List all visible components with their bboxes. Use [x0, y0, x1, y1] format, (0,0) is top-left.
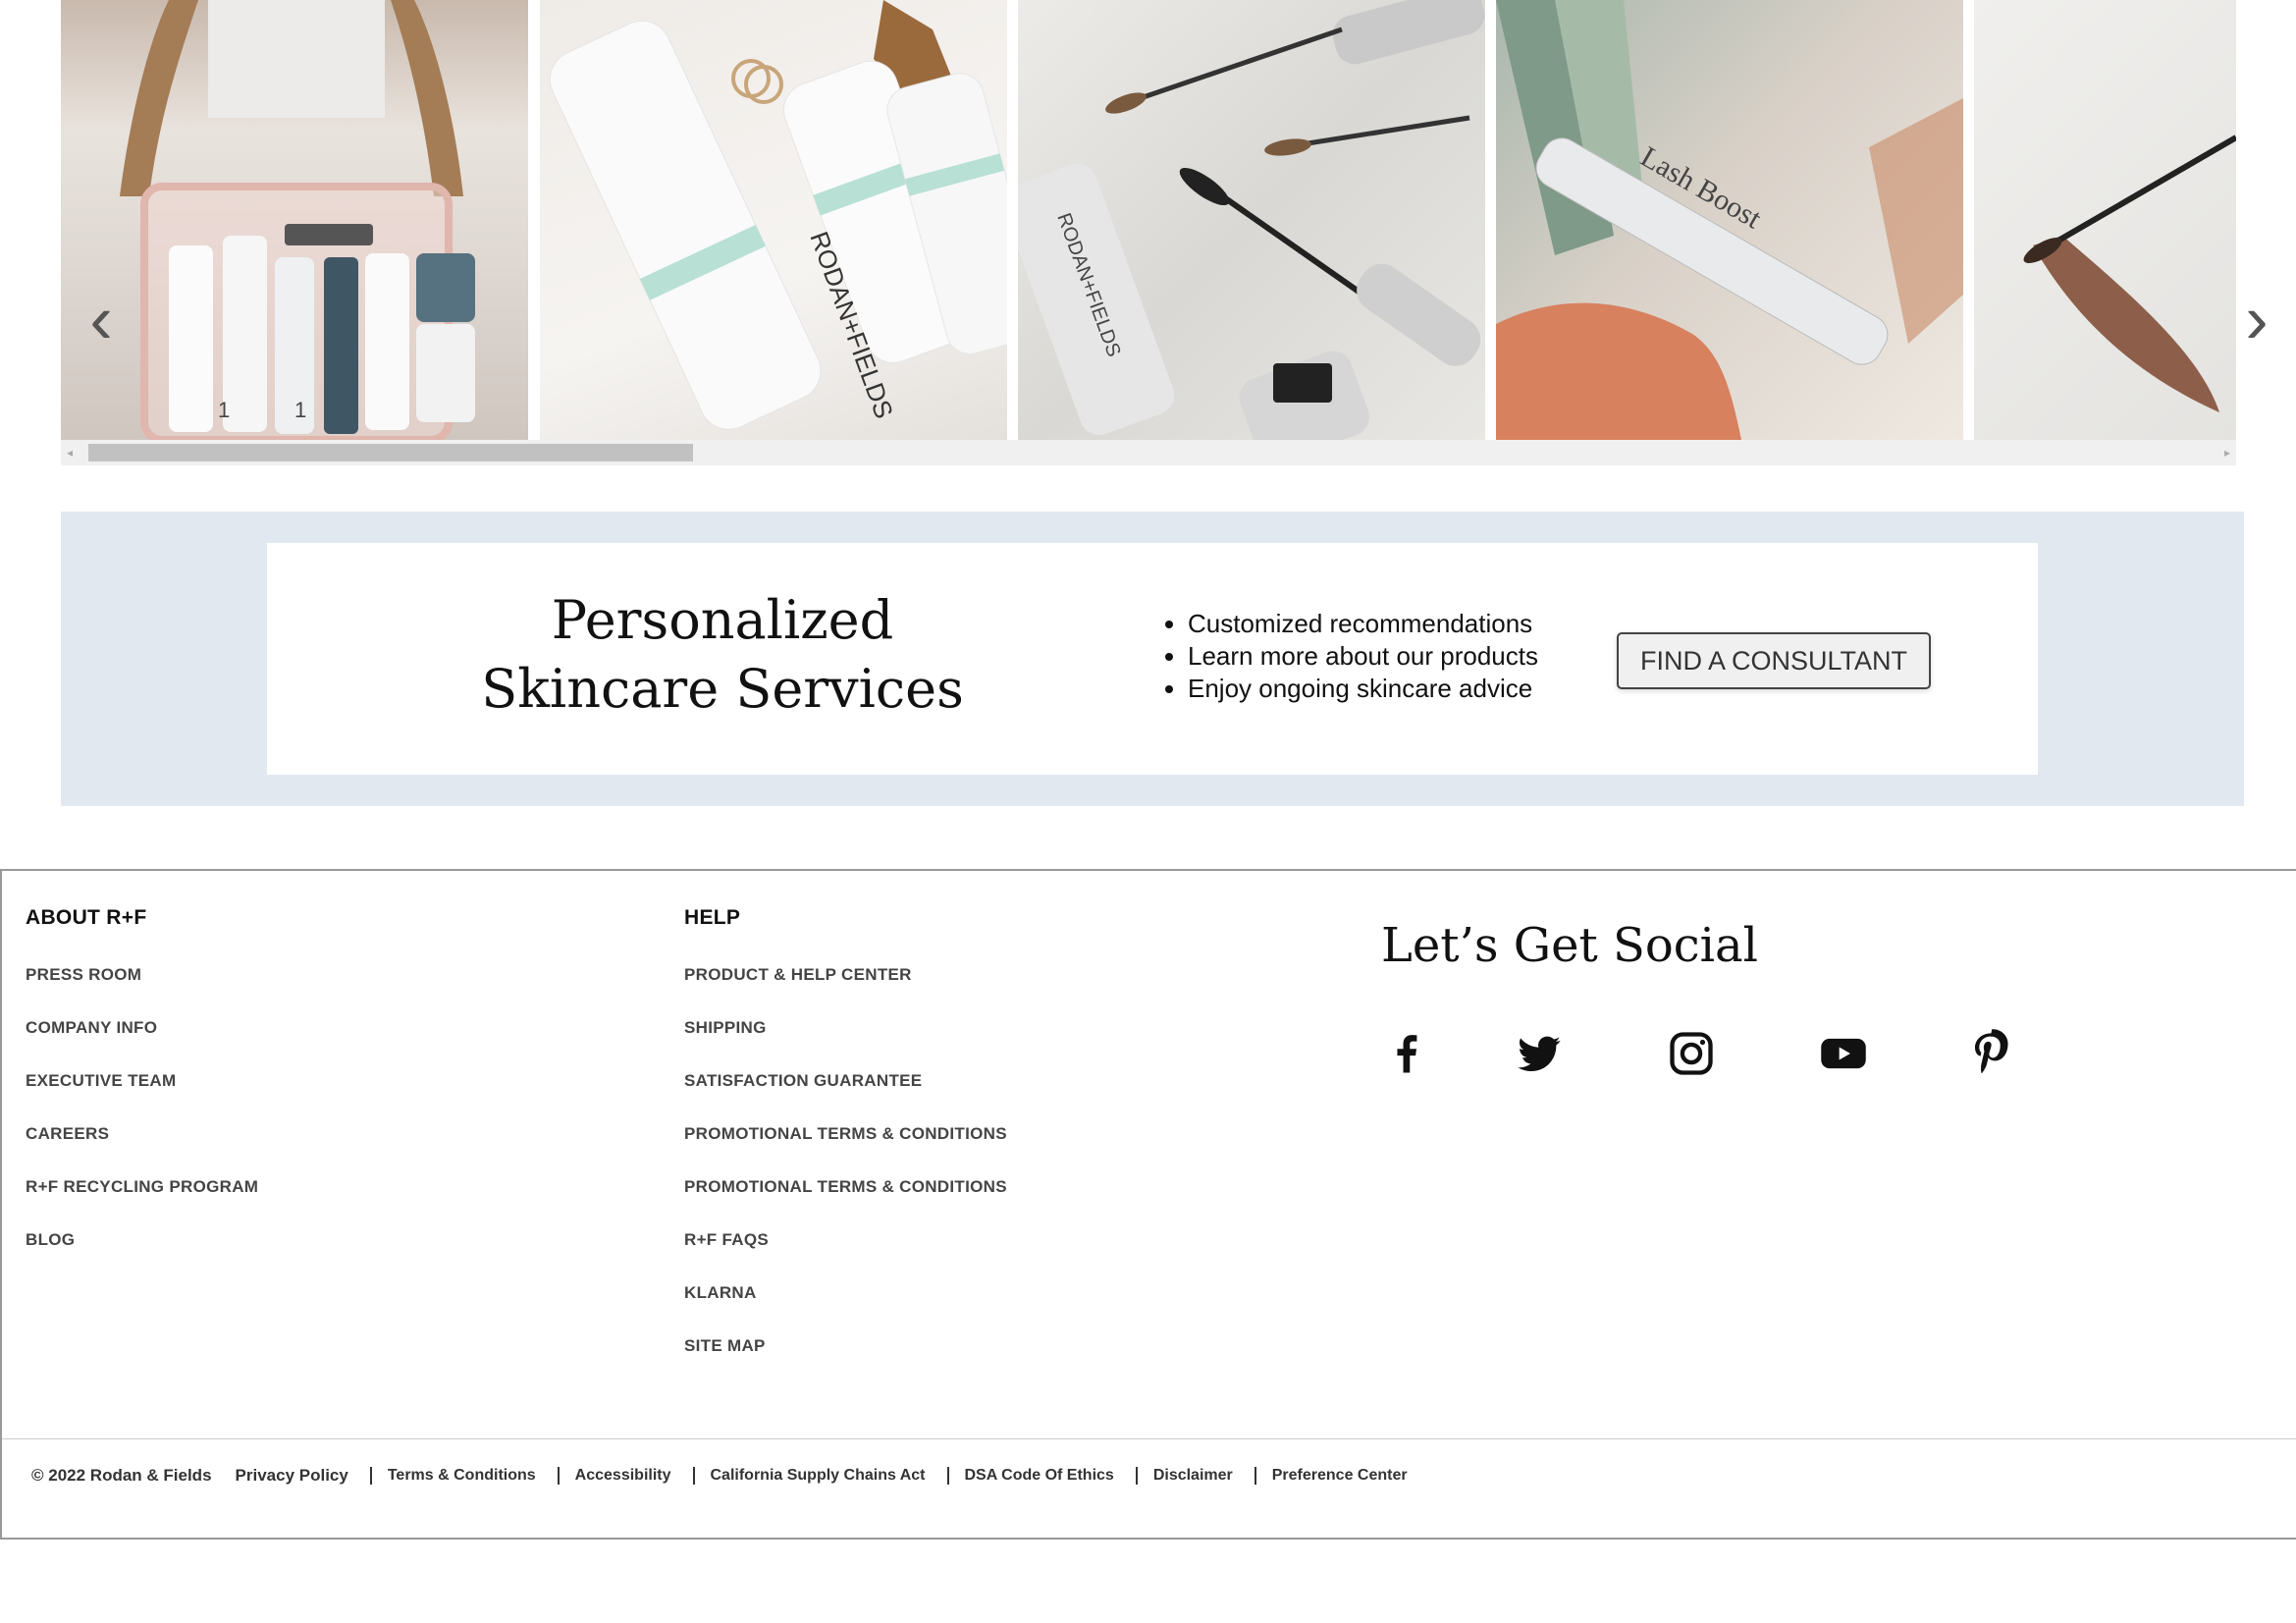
legal-separator	[369, 1467, 372, 1485]
footer-link-help-center[interactable]: PRODUCT & HELP CENTER	[684, 965, 1007, 1018]
banner-benefit-item: Customized recommendations	[1188, 608, 1538, 640]
instagram-icon[interactable]	[1666, 1028, 1717, 1079]
footer-link-company-info[interactable]: COMPANY INFO	[26, 1018, 258, 1071]
social-icon-row	[1381, 1028, 2029, 1087]
preference-center-link[interactable]: Preference Center	[1272, 1467, 1408, 1485]
social-title: Let’s Get Social	[1381, 918, 1758, 973]
consultant-card: Personalized Skincare Services Customize…	[267, 543, 2038, 775]
footer-link-site-map[interactable]: SITE MAP	[684, 1336, 1007, 1389]
pinterest-icon[interactable]	[1965, 1028, 2016, 1079]
carousel-slide-cosmetic-bag[interactable]: 1 1	[61, 0, 528, 440]
chevron-right-icon: ›	[2245, 281, 2269, 357]
copyright-text: © 2022 Rodan & Fields	[31, 1466, 212, 1485]
disclaimer-link[interactable]: Disclaimer	[1153, 1467, 1233, 1485]
terms-link[interactable]: Terms & Conditions	[388, 1467, 536, 1485]
accessibility-link[interactable]: Accessibility	[575, 1467, 671, 1485]
footer-help-column: HELP PRODUCT & HELP CENTER SHIPPING SATI…	[684, 906, 1007, 1389]
banner-title: Personalized Skincare Services	[481, 589, 964, 720]
svg-text:1: 1	[294, 398, 306, 422]
footer-link-satisfaction-guarantee[interactable]: SATISFACTION GUARANTEE	[684, 1071, 1007, 1124]
code-of-ethics-link[interactable]: DSA Code Of Ethics	[965, 1467, 1114, 1485]
footer-help-heading: HELP	[684, 906, 741, 929]
image-carousel[interactable]: 1 1 RODAN+FIELDS RODAN+FIELDS Lash Boost	[61, 0, 2236, 440]
footer-link-klarna[interactable]: KLARNA	[684, 1283, 1007, 1336]
facebook-icon[interactable]	[1381, 1028, 1432, 1079]
mascara-wands-photo: RODAN+FIELDS	[1018, 0, 1485, 440]
footer-link-promo-terms[interactable]: PROMOTIONAL TERMS & CONDITIONS	[684, 1124, 1007, 1177]
carousel-slide-mascara[interactable]: RODAN+FIELDS	[1018, 0, 1485, 440]
banner-benefit-list: Customized recommendations Learn more ab…	[1158, 608, 1538, 705]
chevron-left-icon: ‹	[89, 281, 113, 357]
footer-about-column: ABOUT R+F PRESS ROOM COMPANY INFO EXECUT…	[26, 906, 258, 1283]
brow-brush-photo	[2023, 135, 2236, 412]
skincare-tubes-photo: RODAN+FIELDS	[549, 0, 1007, 430]
legal-separator	[1135, 1467, 1138, 1485]
scroll-right-icon[interactable]: ▸	[2224, 446, 2230, 460]
carousel-slide-brush[interactable]	[1974, 0, 2236, 440]
footer-link-careers[interactable]: CAREERS	[26, 1124, 258, 1177]
cosmetic-bag-photo: 1 1	[120, 0, 475, 440]
carousel-slide-lash-boost[interactable]: Lash Boost	[1496, 0, 1963, 440]
site-footer: ABOUT R+F PRESS ROOM COMPANY INFO EXECUT…	[0, 869, 2296, 1540]
carousel-next-button[interactable]: ›	[2232, 281, 2281, 357]
find-consultant-button[interactable]: FIND A CONSULTANT	[1617, 632, 1931, 689]
footer-link-executive-team[interactable]: EXECUTIVE TEAM	[26, 1071, 258, 1124]
footer-link-press-room[interactable]: PRESS ROOM	[26, 965, 258, 1018]
footer-link-recycling-program[interactable]: R+F RECYCLING PROGRAM	[26, 1177, 258, 1230]
legal-separator	[1254, 1467, 1256, 1485]
privacy-policy-link[interactable]: Privacy Policy	[236, 1466, 348, 1486]
footer-about-heading: ABOUT R+F	[26, 906, 147, 929]
scrollbar-thumb[interactable]	[88, 444, 693, 461]
legal-separator	[946, 1467, 949, 1485]
footer-link-promo-terms-2[interactable]: PROMOTIONAL TERMS & CONDITIONS	[684, 1177, 1007, 1230]
footer-link-blog[interactable]: BLOG	[26, 1230, 258, 1283]
footer-link-shipping[interactable]: SHIPPING	[684, 1018, 1007, 1071]
legal-bar: © 2022 Rodan & Fields Privacy Policy Ter…	[31, 1466, 1429, 1486]
youtube-icon[interactable]	[1818, 1028, 1869, 1079]
footer-divider	[2, 1438, 2296, 1439]
banner-benefit-item: Enjoy ongoing skincare advice	[1188, 673, 1538, 705]
carousel-slide-tubes[interactable]: RODAN+FIELDS	[540, 0, 1007, 440]
consultant-banner: Personalized Skincare Services Customize…	[61, 512, 2244, 806]
supply-chains-link[interactable]: California Supply Chains Act	[711, 1467, 926, 1485]
carousel-scrollbar[interactable]: ◂ ▸	[61, 440, 2236, 465]
legal-separator	[557, 1467, 560, 1485]
twitter-icon[interactable]	[1514, 1028, 1565, 1079]
footer-link-faqs[interactable]: R+F FAQS	[684, 1230, 1007, 1283]
scroll-left-icon[interactable]: ◂	[67, 446, 73, 460]
lash-boost-photo: Lash Boost	[1496, 0, 1963, 440]
carousel-prev-button[interactable]: ‹	[77, 281, 126, 357]
legal-separator	[692, 1467, 695, 1485]
banner-benefit-item: Learn more about our products	[1188, 640, 1538, 673]
social-section: Let’s Get Social	[1381, 918, 2008, 1075]
svg-text:1: 1	[218, 398, 230, 422]
